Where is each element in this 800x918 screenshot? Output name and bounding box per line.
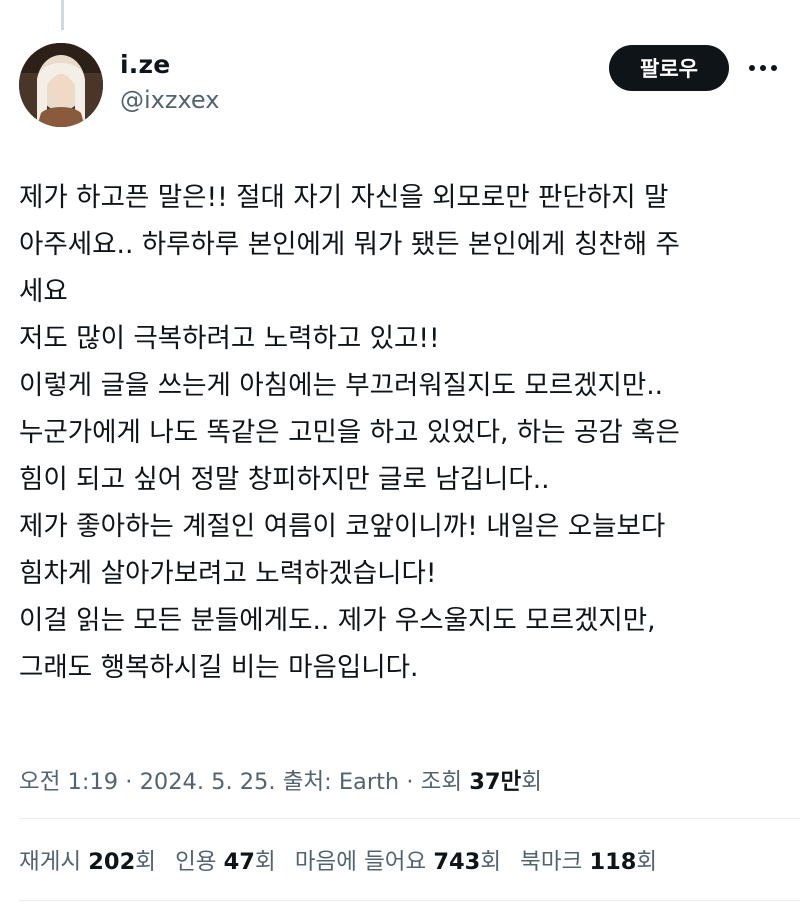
reposts-label: 재게시 (19, 849, 82, 875)
bookmarks-count: 118 (589, 849, 637, 875)
avatar[interactable] (19, 43, 103, 127)
bookmarks-suffix: 회 (636, 849, 658, 875)
likes-label: 마음에 들어요 (294, 849, 427, 875)
tweet-line: 그래도 행복하시길 비는 마음입니다. (19, 652, 419, 683)
thread-connector-line (61, 0, 64, 30)
display-name[interactable]: i.ze (120, 50, 170, 79)
tweet-date[interactable]: 2024. 5. 25. (140, 769, 276, 795)
tweet-line: 이걸 읽는 모든 분들에게도.. 제가 우스울지도 모르겠지만, (19, 605, 656, 636)
tweet-line: 제가 좋아하는 계절인 여름이 코앞이니까! 내일은 오늘보다 (19, 511, 666, 542)
tweet-line: 누군가에게 나도 똑같은 고민을 하고 있었다, 하는 공감 혹은 (19, 417, 680, 448)
quotes-label: 인용 (175, 849, 217, 875)
quotes-count: 47 (223, 849, 255, 875)
tweet-line: 저도 많이 극복하려고 노력하고 있고!! (19, 323, 440, 354)
more-horizontal-icon (749, 65, 777, 71)
reposts-stat[interactable]: 재게시 202회 (19, 844, 156, 876)
engagement-stats: 재게시 202회 인용 47회 마음에 들어요 743회 북마크 118회 (19, 844, 669, 876)
likes-stat[interactable]: 마음에 들어요 743회 (295, 844, 501, 876)
tweet-text: 제가 하고픈 말은!! 절대 자기 자신을 외모로만 판단하지 말 아주세요..… (19, 174, 789, 691)
tweet-line: 아주세요.. 하루하루 본인에게 뭐가 됐든 본인에게 칭찬해 주 (19, 229, 680, 260)
tweet-line: 힘이 되고 싶어 정말 창피하지만 글로 남깁니다.. (19, 464, 550, 495)
user-handle[interactable]: @ixzxex (120, 86, 219, 114)
reposts-count: 202 (88, 849, 136, 875)
tweet-line: 힘차게 살아가보려고 노력하겠습니다! (19, 558, 437, 589)
meta-separator: · (118, 769, 140, 795)
follow-button[interactable]: 팔로우 (609, 45, 729, 91)
tweet-line: 제가 하고픈 말은!! 절대 자기 자신을 외모로만 판단하지 말 (19, 182, 669, 213)
profile-photo-icon (19, 43, 103, 127)
likes-count: 743 (433, 849, 481, 875)
tweet-meta: 오전 1:19 · 2024. 5. 25. 출처: Earth · 조회 37… (19, 764, 542, 796)
tweet-time[interactable]: 오전 1:19 (19, 769, 118, 795)
reposts-suffix: 회 (135, 849, 156, 875)
bookmarks-stat[interactable]: 북마크 118회 (520, 844, 657, 876)
likes-suffix: 회 (480, 849, 502, 875)
quotes-stat[interactable]: 인용 47회 (175, 844, 276, 876)
more-options-button[interactable] (746, 54, 780, 82)
tweet-source: 출처: Earth (282, 769, 400, 795)
views-suffix: 회 (521, 769, 542, 795)
tweet-line: 이렇게 글을 쓰는게 아침에는 부끄러워질지도 모르겠지만.. (19, 370, 664, 401)
tweet-line: 세요 (19, 276, 68, 307)
bookmarks-label: 북마크 (520, 849, 583, 875)
meta-separator: · (399, 769, 421, 795)
divider (19, 818, 800, 819)
views-count: 37만 (469, 769, 522, 795)
quotes-suffix: 회 (254, 849, 276, 875)
divider (19, 900, 800, 901)
views-label: 조회 (420, 769, 463, 795)
